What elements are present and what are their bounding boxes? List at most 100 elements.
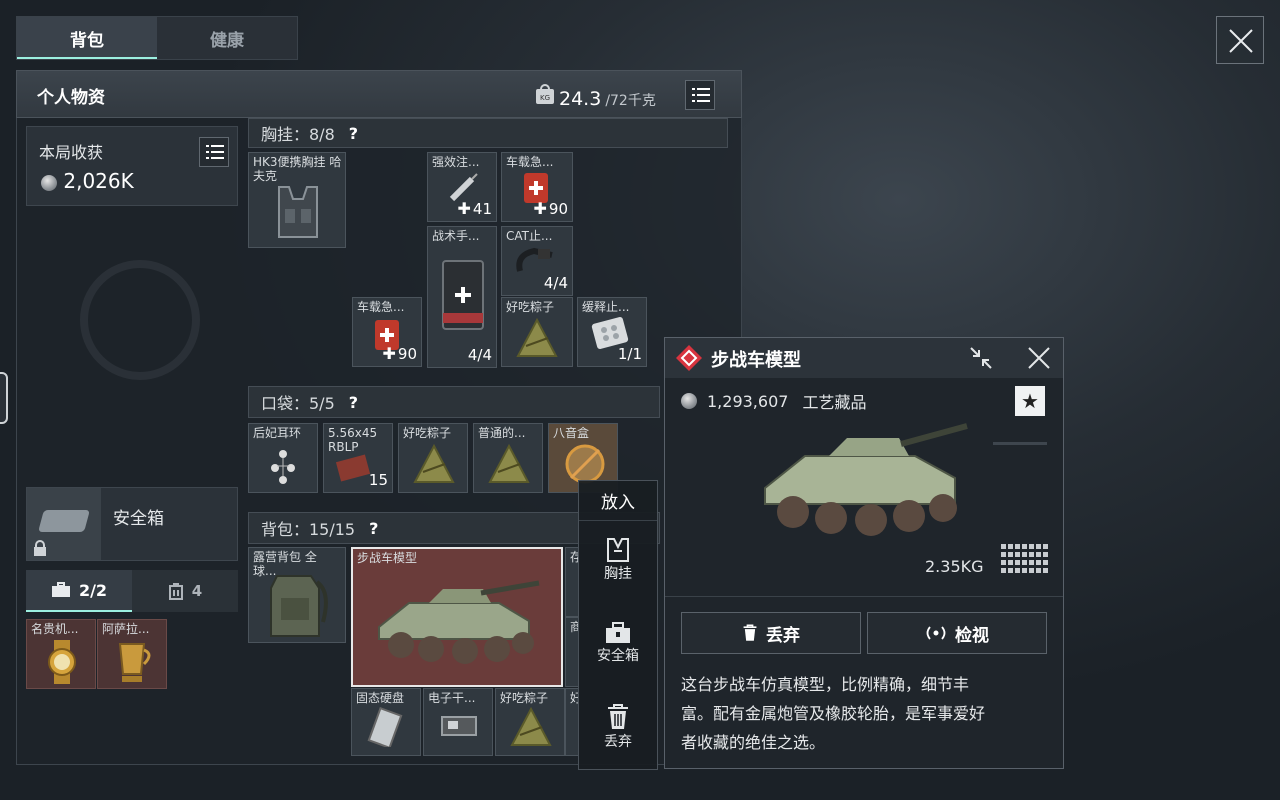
item-name: 固态硬盘 bbox=[356, 691, 405, 705]
backpack-item-ssd[interactable]: 固态硬盘 bbox=[351, 688, 421, 756]
item-count: 1/1 bbox=[617, 345, 642, 363]
menu-item-label: 安全箱 bbox=[597, 648, 639, 664]
item-name: HK3便携胸挂 哈夫克 bbox=[253, 155, 342, 183]
backpack-item-zongzi[interactable]: 好吃粽子 bbox=[495, 688, 565, 756]
item-name: 好吃粽子 bbox=[506, 300, 555, 314]
weight-capacity: /72千克 bbox=[605, 93, 656, 109]
harvest-card: 本局收获 2,026K bbox=[26, 126, 238, 206]
chest-item-medkit-a[interactable]: 车载急... ✚ 90 bbox=[501, 152, 573, 222]
trash-icon bbox=[608, 704, 628, 729]
help-icon[interactable]: ? bbox=[349, 393, 358, 412]
panel-header: 个人物资 KG 24.3/72千克 bbox=[16, 70, 742, 118]
item-name: 名贵机... bbox=[31, 622, 79, 636]
menu-item-label: 胸挂 bbox=[604, 566, 632, 582]
item-name: CAT止... bbox=[506, 229, 553, 243]
lock-icon bbox=[34, 540, 46, 556]
inspect-icon bbox=[926, 626, 946, 640]
earring-icon bbox=[271, 450, 295, 484]
menu-title: 放入 bbox=[579, 481, 657, 521]
page-title: 个人物资 bbox=[37, 88, 105, 108]
pocket-item-ammo[interactable]: 5.56x45 RBLP 15 bbox=[323, 423, 393, 493]
chest-item-tactical-kit[interactable]: 战术手... 4/4 bbox=[427, 226, 497, 368]
list-icon bbox=[692, 88, 710, 102]
coin-icon bbox=[681, 393, 697, 409]
discard-button[interactable]: 丢弃 bbox=[681, 612, 861, 654]
pocket-item-earrings[interactable]: 后妃耳环 bbox=[248, 423, 318, 493]
harvest-list-button[interactable] bbox=[199, 137, 229, 167]
item-description: 这台步战车仿真模型，比例精确，细节丰 富。配有金属炮管及橡胶轮胎，是军事爱好 者… bbox=[681, 670, 1053, 757]
pocket-section: 口袋：5/5? bbox=[248, 386, 660, 418]
item-name: 阿萨拉... bbox=[102, 622, 150, 636]
subtab-case[interactable]: 2/2 bbox=[26, 570, 132, 612]
pocket-item-ordinary[interactable]: 普通的... bbox=[473, 423, 543, 493]
item-name: 车载急... bbox=[357, 300, 405, 314]
ammo-box-icon bbox=[336, 454, 371, 482]
close-icon[interactable] bbox=[1027, 346, 1051, 370]
electronic-device-icon bbox=[441, 716, 477, 736]
safe-box-slot[interactable]: 安全箱 bbox=[26, 487, 238, 561]
help-icon[interactable]: ? bbox=[369, 519, 378, 538]
luggage-icon bbox=[168, 583, 183, 600]
chest-rig-equipped[interactable]: HK3便携胸挂 哈夫克 bbox=[248, 152, 346, 248]
chest-item-pills[interactable]: 缓释止... 1/1 bbox=[577, 297, 647, 367]
chest-item-medkit-b[interactable]: 车载急... ✚ 90 bbox=[352, 297, 422, 367]
inventory-tabs: 背包 健康 bbox=[16, 16, 298, 60]
backpack-item-electronic[interactable]: 电子干... bbox=[423, 688, 493, 756]
rarity-diamond-icon bbox=[676, 345, 702, 371]
chest-item-zongzi[interactable]: 好吃粽子 bbox=[501, 297, 573, 367]
tab-health[interactable]: 健康 bbox=[157, 17, 297, 59]
harvest-title: 本局收获 bbox=[39, 143, 104, 162]
zongzi-icon bbox=[488, 443, 530, 483]
description-line: 富。配有金属炮管及橡胶轮胎，是军事爱好 bbox=[681, 704, 986, 723]
ifv-model-icon bbox=[378, 580, 540, 664]
tab-backpack[interactable]: 背包 bbox=[17, 17, 157, 59]
item-detail-card: 步战车模型 1,293,607 工艺藏品 ★ 2.35KG 丢弃 检视 这台步战… bbox=[664, 337, 1064, 769]
chest-rig-section: 胸挂：8/8? bbox=[248, 118, 728, 148]
divider-line bbox=[665, 596, 1063, 597]
item-count: 15 bbox=[368, 471, 388, 489]
safe-box-label: 安全箱 bbox=[113, 509, 164, 529]
item-name: 好吃粽子 bbox=[500, 691, 549, 705]
item-count: ✚ 41 bbox=[457, 199, 493, 218]
valuable-item-watch[interactable]: 名贵机... bbox=[26, 619, 96, 689]
inspect-button[interactable]: 检视 bbox=[867, 612, 1047, 654]
item-name: 后妃耳环 bbox=[253, 426, 302, 440]
coin-icon bbox=[41, 174, 57, 191]
description-line: 这台步战车仿真模型，比例精确，细节丰 bbox=[681, 675, 970, 694]
menu-item-safe-box[interactable]: 安全箱 bbox=[579, 621, 657, 665]
chest-item-tourniquet[interactable]: CAT止... 4/4 bbox=[501, 226, 573, 296]
side-panel-handle[interactable] bbox=[0, 372, 8, 424]
backpack-item-partial-a[interactable]: 存 bbox=[565, 547, 579, 617]
item-name: 普通的... bbox=[478, 426, 526, 440]
backpack-item-partial-b[interactable]: 商 bbox=[565, 617, 579, 687]
backpack-item-ifv-model[interactable]: 步战车模型 bbox=[351, 547, 563, 687]
collapse-icon[interactable] bbox=[969, 346, 993, 370]
valuable-item-cup[interactable]: 阿萨拉... bbox=[97, 619, 167, 689]
chest-item-injector[interactable]: 强效注... ✚ 41 bbox=[427, 152, 497, 222]
zongzi-icon bbox=[510, 706, 552, 746]
put-into-menu: 放入 胸挂 安全箱 丢弃 bbox=[578, 480, 658, 770]
backpack-equipped[interactable]: 露营背包 全球... bbox=[248, 547, 346, 643]
menu-item-discard[interactable]: 丢弃 bbox=[579, 703, 657, 751]
pocket-item-zongzi[interactable]: 好吃粽子 bbox=[398, 423, 468, 493]
close-button[interactable] bbox=[1216, 16, 1264, 64]
item-name: 强效注... bbox=[432, 155, 480, 169]
sort-button[interactable] bbox=[685, 80, 715, 110]
item-weight: 2.35KG bbox=[925, 557, 984, 576]
ifv-model-image bbox=[764, 423, 968, 536]
pocket-label: 口袋：5/5 bbox=[261, 394, 335, 413]
help-icon[interactable]: ? bbox=[349, 124, 358, 143]
trash-icon bbox=[743, 624, 757, 641]
item-name: 战术手... bbox=[432, 229, 480, 243]
item-name: 八音盒 bbox=[553, 426, 590, 440]
close-icon bbox=[1229, 29, 1253, 53]
detail-title: 步战车模型 bbox=[711, 350, 801, 371]
star-icon[interactable]: ★ bbox=[1015, 386, 1045, 416]
briefcase-icon bbox=[51, 582, 70, 597]
subtab-bag[interactable]: 4 bbox=[132, 570, 238, 612]
menu-item-chest-rig[interactable]: 胸挂 bbox=[579, 537, 657, 583]
backpack-item-partial-c[interactable]: 好 bbox=[565, 688, 579, 756]
divider-line bbox=[993, 442, 1047, 445]
chest-rig-label: 胸挂：8/8 bbox=[261, 125, 335, 144]
backpack-label: 背包：15/15 bbox=[261, 520, 356, 539]
